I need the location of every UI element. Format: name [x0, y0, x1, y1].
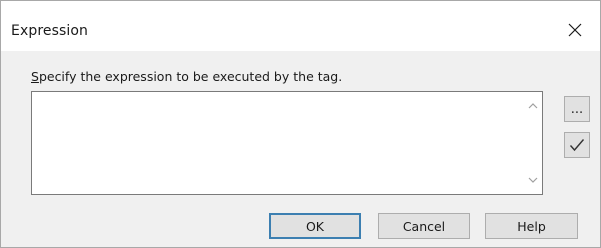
- browse-button-label: ...: [570, 101, 584, 117]
- title-bar: Expression: [1, 1, 600, 51]
- instruction-text: pecify the expression to be executed by …: [38, 69, 343, 84]
- dialog-title: Expression: [11, 23, 88, 39]
- scroll-down-arrow[interactable]: [528, 176, 538, 184]
- chevron-down-icon: [528, 177, 538, 183]
- cancel-button[interactable]: Cancel: [378, 213, 470, 239]
- ok-button[interactable]: OK: [269, 213, 361, 239]
- instruction-accelerator: S: [31, 69, 39, 84]
- scroll-up-arrow[interactable]: [528, 102, 538, 110]
- verify-button[interactable]: [564, 132, 590, 158]
- expression-dialog: Expression Specify the expression to be …: [0, 0, 601, 248]
- vertical-scrollbar[interactable]: [524, 92, 542, 194]
- expression-textarea-frame: [31, 91, 543, 195]
- close-icon: [568, 23, 582, 37]
- browse-button[interactable]: ...: [564, 96, 590, 122]
- help-button[interactable]: Help: [485, 213, 578, 239]
- instruction-label: Specify the expression to be executed by…: [31, 69, 342, 84]
- expression-input[interactable]: [32, 92, 524, 194]
- check-icon: [569, 139, 585, 152]
- chevron-up-icon: [528, 103, 538, 109]
- close-button[interactable]: [558, 13, 592, 47]
